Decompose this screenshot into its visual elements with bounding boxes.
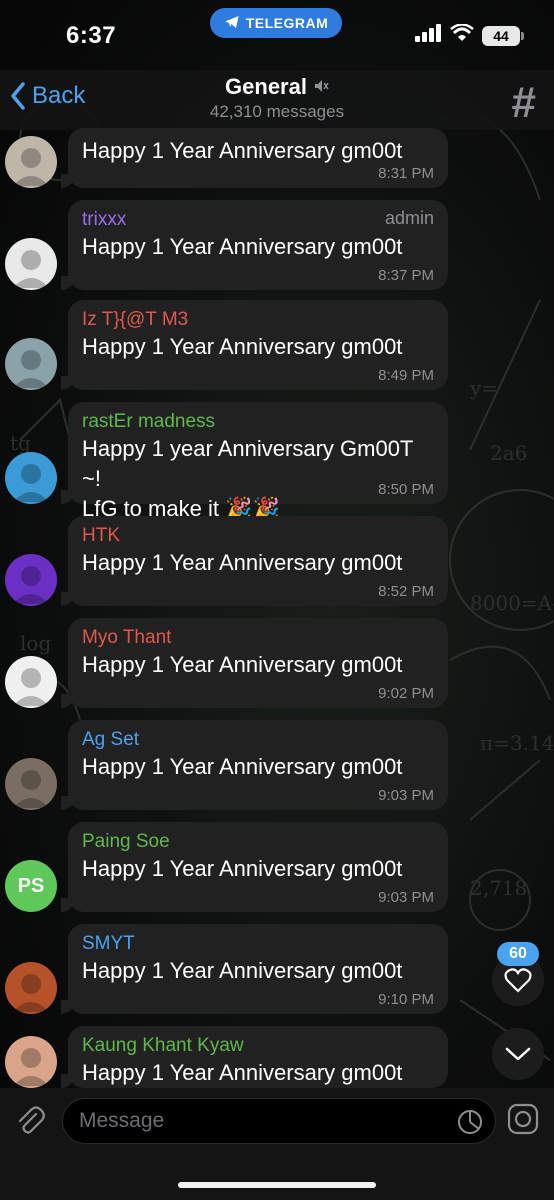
wifi-icon [450,23,474,47]
svg-text:log: log [20,631,51,655]
sender-name[interactable]: Iz T}{@T M3 [82,308,434,332]
scroll-down-button[interactable] [492,1028,544,1080]
avatar[interactable] [5,758,57,810]
message-bubble[interactable]: Happy 1 Year Anniversary gm00t 8:31 PM [61,128,448,188]
chat-title-area[interactable]: General 42,310 messages [0,74,554,122]
message-time: 8:31 PM [378,165,434,182]
heart-icon [504,968,532,993]
camera-icon[interactable] [506,1102,540,1141]
message-text: Happy 1 Year Anniversary gm00t [82,856,403,881]
sticker-icon[interactable] [457,1109,483,1140]
sender-name[interactable]: Kaung Khant Kyaw [82,1034,434,1058]
sender-name[interactable]: Paing Soe [82,830,434,854]
sender-name[interactable]: SMYT [82,932,434,956]
message-text: Happy 1 Year Anniversary gm00t [82,550,403,575]
avatar[interactable] [5,338,57,390]
sender-name[interactable]: rastEr madness [82,410,434,434]
message-bubble[interactable]: rastEr madness Happy 1 year Anniversary G… [61,402,448,521]
home-indicator [178,1182,376,1188]
message-bubble[interactable]: SMYT Happy 1 Year Anniversary gm00t 9:10 P… [61,924,448,1014]
status-bar: 6:37 TELEGRAM 44 [0,0,554,70]
message-time: 8:52 PM [378,583,434,600]
message-text: Happy 1 Year Anniversary gm00t [82,334,403,359]
svg-text:2a6: 2a6 [490,441,527,465]
avatar[interactable] [5,962,57,1014]
admin-badge: admin [384,208,434,228]
message-bubble[interactable]: Paing Soe Happy 1 Year Anniversary gm00t 9… [61,822,448,912]
svg-text:y=: y= [469,376,498,400]
page-title: General [225,74,307,99]
sender-name[interactable]: Myo Thant [82,626,434,650]
battery-indicator: 44 [482,25,524,46]
sender-name[interactable]: Ag Set [82,728,434,752]
avatar[interactable] [5,238,57,290]
message-input[interactable] [79,1109,419,1133]
avatar[interactable] [5,554,57,606]
message-time: 9:03 PM [378,889,434,906]
message-bubble[interactable]: Ag Set Happy 1 Year Anniversary gm00t 9:03… [61,720,448,810]
telegram-icon [224,14,240,33]
svg-text:π=3.14: π=3.14 [480,731,554,755]
signal-icon [414,24,442,47]
message-input-box[interactable] [62,1098,496,1144]
chat-header: Back General 42,310 messages # [0,70,554,130]
message-bubble[interactable]: Iz T}{@T M3 Happy 1 Year Anniversary gm00… [61,300,448,390]
status-time: 6:37 [66,22,117,49]
message-count: 42,310 messages [209,102,345,121]
svg-text:8000=A-B: 8000=A-B [470,591,554,615]
message-time: 8:49 PM [378,367,434,384]
message-time: 8:50 PM [378,481,434,498]
attachment-icon[interactable] [14,1104,46,1141]
avatar[interactable] [5,136,57,188]
sender-name[interactable]: HTK [82,524,434,548]
message-text: Happy 1 Year Anniversary gm00t [82,1060,403,1085]
message-time: 8:37 PM [378,267,434,284]
message-text: Happy 1 Year Anniversary gm00t [82,138,403,163]
telegram-call-pill[interactable]: TELEGRAM [210,8,342,38]
message-bubble[interactable]: HTK Happy 1 Year Anniversary gm00t 8:52 PM [61,516,448,606]
message-time: 9:03 PM [378,787,434,804]
message-text: Happy 1 Year Anniversary gm00t [82,958,403,983]
avatar[interactable] [5,656,57,708]
message-bubble[interactable]: Myo Thant Happy 1 Year Anniversary gm00t 9… [61,618,448,708]
reactions-count-badge: 60 [497,942,539,966]
message-time: 9:10 PM [378,991,434,1008]
message-composer [0,1088,554,1200]
message-bubble[interactable]: Kaung Khant Kyaw Happy 1 Year Anniversary… [61,1026,448,1088]
avatar[interactable] [5,452,57,504]
topic-hash-icon[interactable]: # [512,78,536,128]
avatar[interactable]: PS [5,860,57,912]
sender-name[interactable]: trixxx [82,208,434,232]
message-text: Happy 1 Year Anniversary gm00t [82,234,403,259]
message-time: 9:02 PM [378,685,434,702]
muted-icon [313,74,329,100]
app-pill-label: TELEGRAM [245,15,329,31]
svg-text:2,718: 2,718 [470,876,527,900]
chevron-down-icon [505,1047,531,1061]
avatar[interactable] [5,1036,57,1088]
message-bubble[interactable]: trixxx admin Happy 1 Year Anniversary gm00… [61,200,448,290]
message-text: Happy 1 Year Anniversary gm00t [82,652,403,677]
message-text: Happy 1 Year Anniversary gm00t [82,754,403,779]
